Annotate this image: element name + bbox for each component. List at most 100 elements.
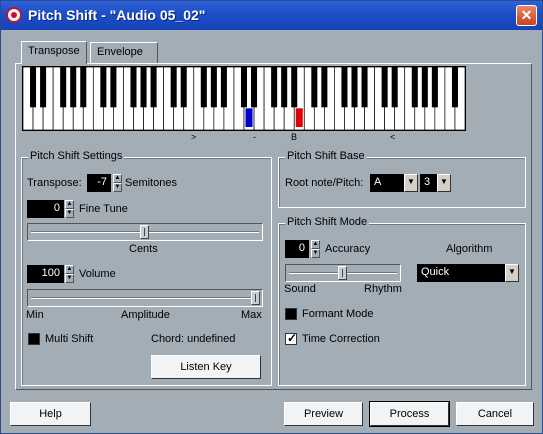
cancel-button[interactable]: Cancel [456, 402, 534, 426]
volume-label: Volume [79, 268, 116, 280]
black-key[interactable] [180, 67, 187, 108]
chevron-down-icon[interactable]: ▼ [404, 174, 418, 192]
accuracy-slider[interactable] [285, 264, 401, 282]
algorithm-label: Algorithm [446, 243, 493, 255]
black-key[interactable] [140, 67, 147, 108]
spin-up-icon[interactable]: ▲ [65, 265, 74, 274]
black-key[interactable] [130, 67, 137, 108]
black-key[interactable] [291, 67, 298, 108]
accuracy-spinner[interactable]: ▲ ▼ [311, 240, 320, 258]
volume-field[interactable]: 100 [27, 265, 64, 283]
spin-up-icon[interactable]: ▲ [311, 240, 320, 249]
help-button[interactable]: Help [10, 402, 91, 426]
chord-label: Chord: undefined [151, 333, 236, 345]
transpose-field[interactable]: -7 [87, 174, 111, 192]
black-key[interactable] [311, 67, 318, 108]
slider-thumb[interactable] [338, 266, 347, 280]
piano-keyboard[interactable] [22, 66, 466, 131]
black-key[interactable] [431, 67, 438, 108]
tab-envelope[interactable]: Envelope [90, 42, 158, 63]
formant-mode-checkbox[interactable] [285, 308, 297, 320]
algorithm-select[interactable]: Quick ▼ [417, 264, 519, 282]
black-key[interactable] [100, 67, 107, 108]
selected-key-marker: - [253, 132, 256, 142]
black-key[interactable] [421, 67, 428, 108]
chevron-down-icon[interactable]: ▼ [505, 264, 519, 282]
root-key-marker: B [291, 132, 298, 142]
black-key[interactable] [391, 67, 398, 108]
spin-down-icon[interactable]: ▼ [65, 209, 74, 218]
black-key[interactable] [361, 67, 368, 108]
root-note-label: Root note/Pitch: [285, 177, 364, 189]
volume-slider[interactable] [27, 289, 263, 307]
root-note-value: A [374, 176, 382, 188]
fine-tune-slider[interactable] [27, 223, 263, 241]
piano-keys[interactable] [22, 66, 466, 131]
root-octave-value: 3 [424, 176, 431, 188]
preview-button[interactable]: Preview [284, 402, 363, 426]
multi-shift-checkbox[interactable] [28, 333, 40, 345]
root-key-highlight [295, 108, 303, 127]
spin-up-icon[interactable]: ▲ [65, 200, 74, 209]
black-key[interactable] [351, 67, 358, 108]
spin-down-icon[interactable]: ▼ [311, 249, 320, 258]
title-bar[interactable]: Pitch Shift - "Audio 05_02" ✕ [1, 1, 542, 30]
black-key[interactable] [341, 67, 348, 108]
black-key[interactable] [321, 67, 328, 108]
accuracy-label: Accuracy [325, 243, 371, 255]
root-note-select[interactable]: A ▼ [370, 174, 418, 192]
range-low-marker: > [191, 132, 197, 142]
slider-thumb[interactable] [251, 291, 260, 305]
formant-mode-label: Formant Mode [302, 308, 374, 320]
tab-transpose[interactable]: Transpose [21, 41, 87, 64]
black-key[interactable] [40, 67, 47, 108]
accuracy-field[interactable]: 0 [285, 240, 309, 258]
black-key[interactable] [200, 67, 207, 108]
transpose-label: Transpose: [27, 177, 82, 189]
algorithm-value: Quick [421, 266, 450, 278]
black-key[interactable] [451, 67, 458, 108]
black-key[interactable] [411, 67, 418, 108]
slider-track [31, 297, 259, 299]
black-key[interactable] [281, 67, 288, 108]
fine-tune-spinner[interactable]: ▲ ▼ [65, 200, 74, 218]
black-key[interactable] [251, 67, 258, 108]
transpose-spinner[interactable]: ▲ ▼ [113, 174, 122, 192]
pitch-shift-mode-legend: Pitch Shift Mode [285, 216, 370, 228]
slider-thumb[interactable] [140, 225, 149, 239]
black-key[interactable] [271, 67, 278, 108]
spin-up-icon[interactable]: ▲ [113, 174, 122, 183]
cubase-app-icon [6, 7, 22, 23]
black-key[interactable] [240, 67, 248, 108]
spin-down-icon[interactable]: ▼ [113, 183, 122, 192]
pitch-shift-base-legend: Pitch Shift Base [285, 150, 367, 162]
black-key[interactable] [150, 67, 157, 108]
spin-down-icon[interactable]: ▼ [65, 274, 74, 283]
chevron-down-icon[interactable]: ▼ [437, 174, 451, 192]
root-octave-select[interactable]: 3 ▼ [420, 174, 451, 192]
rhythm-label: Rhythm [364, 283, 402, 295]
fine-tune-field[interactable]: 0 [27, 200, 64, 218]
time-correction-checkbox[interactable] [285, 331, 297, 345]
volume-spinner[interactable]: ▲ ▼ [65, 265, 74, 283]
black-key[interactable] [70, 67, 77, 108]
black-key[interactable] [60, 67, 67, 108]
range-high-marker: < [390, 132, 396, 142]
black-key[interactable] [80, 67, 87, 108]
amplitude-label: Amplitude [121, 309, 170, 321]
process-button[interactable]: Process [369, 401, 450, 427]
black-key[interactable] [220, 67, 227, 108]
pitch-shift-dialog: Pitch Shift - "Audio 05_02" ✕ Transpose … [0, 0, 543, 434]
cents-label: Cents [129, 243, 158, 255]
listen-key-button[interactable]: Listen Key [151, 355, 261, 379]
selected-key-highlight [245, 108, 253, 127]
black-key[interactable] [110, 67, 117, 108]
black-key[interactable] [210, 67, 217, 108]
volume-max-label: Max [241, 309, 262, 321]
volume-min-label: Min [26, 309, 44, 321]
black-key[interactable] [30, 67, 37, 108]
close-button[interactable]: ✕ [516, 5, 537, 26]
black-key[interactable] [381, 67, 388, 108]
black-key[interactable] [170, 67, 177, 108]
semitones-label: Semitones [125, 177, 177, 189]
